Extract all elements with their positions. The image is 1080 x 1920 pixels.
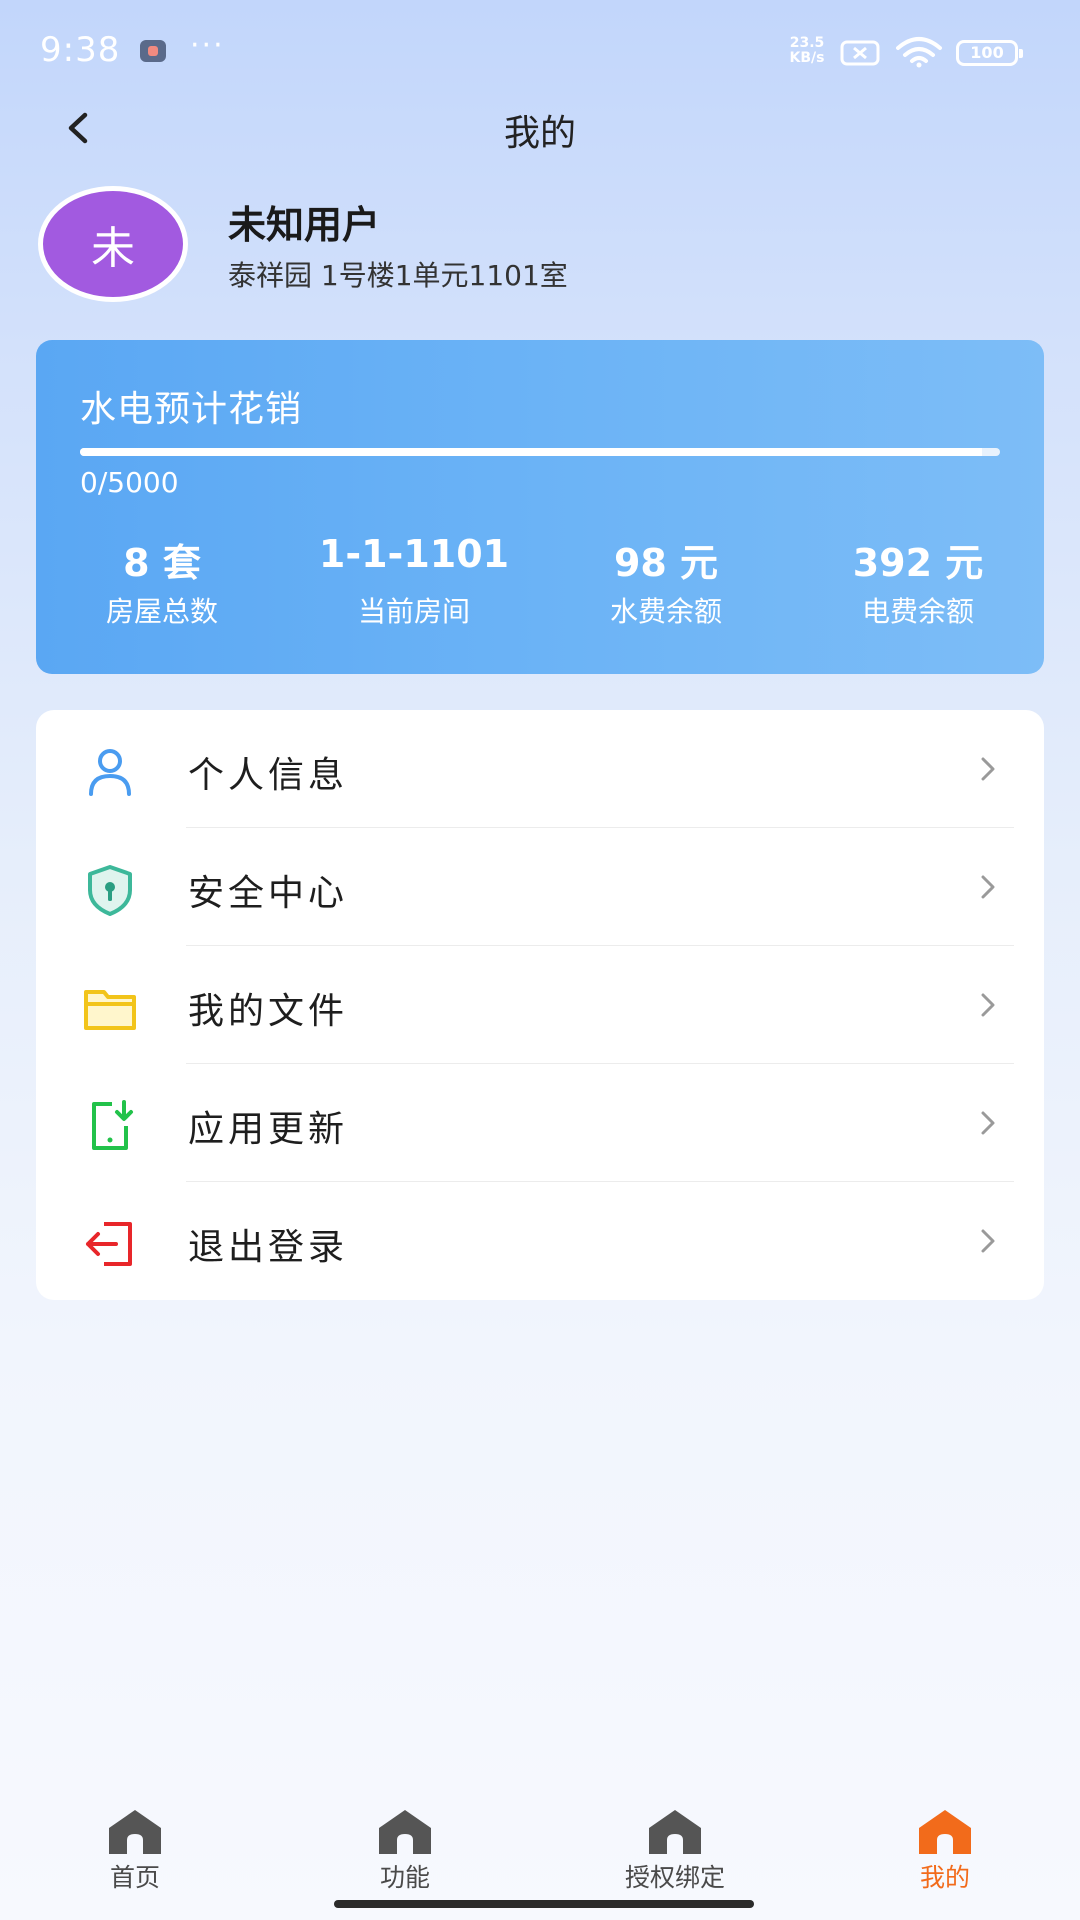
wifi-icon bbox=[896, 37, 942, 68]
user-address: 泰祥园 1号楼1单元1101室 bbox=[228, 259, 568, 292]
stat-label: 水费余额 bbox=[609, 595, 722, 628]
nav-item-home[interactable]: 首页 bbox=[0, 1790, 270, 1900]
cost-progress-bar bbox=[80, 448, 1000, 456]
network-speed: 23.5 KB/s bbox=[782, 36, 832, 66]
notification-app-icon bbox=[140, 40, 166, 62]
menu-item-my-files[interactable]: 我的文件 bbox=[36, 946, 1044, 1064]
utility-cost-card: 水电预计花销 0/5000 8 套 房屋总数 1-1-1101 当前房间 98 … bbox=[36, 340, 1044, 674]
user-icon bbox=[89, 749, 131, 796]
home-icon bbox=[109, 1810, 161, 1854]
page-title: 我的 bbox=[503, 113, 576, 154]
card-title: 水电预计花销 bbox=[80, 389, 303, 430]
nav-label: 功能 bbox=[379, 1863, 430, 1892]
network-speed-unit: KB/s bbox=[789, 50, 825, 66]
nav-item-functions[interactable]: 功能 bbox=[270, 1790, 540, 1900]
folder-icon bbox=[84, 990, 136, 1030]
home-indicator[interactable] bbox=[334, 1900, 754, 1908]
avatar[interactable]: 未 bbox=[38, 186, 188, 302]
menu-item-label: 我的文件 bbox=[188, 991, 349, 1032]
cost-progress-fill bbox=[80, 448, 982, 456]
status-bar: 9:38 ··· 23.5 KB/s 100 bbox=[0, 0, 1080, 100]
user-name: 未知用户 bbox=[228, 203, 381, 247]
network-speed-value: 23.5 bbox=[789, 35, 825, 51]
nav-label: 授权绑定 bbox=[624, 1863, 725, 1892]
home-icon bbox=[379, 1810, 431, 1854]
menu-item-app-update[interactable]: 应用更新 bbox=[36, 1064, 1044, 1182]
nav-item-authorization-binding[interactable]: 授权绑定 bbox=[540, 1790, 810, 1900]
cost-progress-text: 0/5000 bbox=[80, 466, 179, 499]
menu-item-label: 应用更新 bbox=[188, 1109, 349, 1150]
menu-item-label: 个人信息 bbox=[188, 755, 349, 796]
stat-house-count: 8 套 房屋总数 bbox=[36, 532, 288, 630]
no-sim-icon bbox=[840, 40, 880, 66]
home-icon bbox=[649, 1810, 701, 1854]
stat-water-balance: 98 元 水费余额 bbox=[540, 532, 792, 630]
menu-item-security-center[interactable]: 安全中心 bbox=[36, 828, 1044, 946]
stat-value: 1-1-1101 bbox=[318, 532, 510, 576]
shield-lock-icon bbox=[88, 865, 132, 916]
nav-label: 我的 bbox=[919, 1863, 970, 1892]
stat-value: 8 套 bbox=[123, 541, 201, 585]
home-icon bbox=[919, 1810, 971, 1854]
bottom-nav: 首页 功能 授权绑定 我的 bbox=[0, 1790, 1080, 1900]
stat-value: 392 元 bbox=[852, 541, 984, 585]
chevron-right-icon bbox=[981, 993, 995, 1017]
nav-item-mine[interactable]: 我的 bbox=[810, 1790, 1080, 1900]
menu-card: 个人信息 安全中心 我的文件 应用更新 退出登录 bbox=[36, 710, 1044, 1300]
stat-electricity-balance: 392 元 电费余额 bbox=[792, 532, 1044, 630]
stat-label: 当前房间 bbox=[357, 595, 470, 628]
more-notifications-icon: ··· bbox=[190, 28, 225, 63]
stats-row: 8 套 房屋总数 1-1-1101 当前房间 98 元 水费余额 392 元 电… bbox=[36, 532, 1044, 630]
chevron-right-icon bbox=[981, 757, 995, 781]
menu-item-label: 退出登录 bbox=[188, 1227, 349, 1268]
app-update-icon bbox=[92, 1100, 133, 1150]
nav-label: 首页 bbox=[109, 1863, 160, 1892]
menu-item-logout[interactable]: 退出登录 bbox=[36, 1182, 1044, 1300]
status-time: 9:38 bbox=[40, 30, 121, 70]
avatar-initial: 未 bbox=[91, 223, 135, 274]
logout-icon bbox=[86, 1222, 132, 1266]
stat-label: 房屋总数 bbox=[105, 595, 218, 628]
header: 我的 bbox=[0, 90, 1080, 166]
battery-icon: 100 bbox=[956, 40, 1023, 66]
menu-item-label: 安全中心 bbox=[188, 873, 349, 914]
stat-current-room: 1-1-1101 当前房间 bbox=[288, 532, 540, 630]
stat-label: 电费余额 bbox=[861, 595, 974, 628]
chevron-right-icon bbox=[981, 875, 995, 899]
chevron-right-icon bbox=[981, 1229, 995, 1253]
menu-item-personal-info[interactable]: 个人信息 bbox=[36, 710, 1044, 828]
chevron-right-icon bbox=[981, 1111, 995, 1135]
stat-value: 98 元 bbox=[613, 541, 719, 585]
